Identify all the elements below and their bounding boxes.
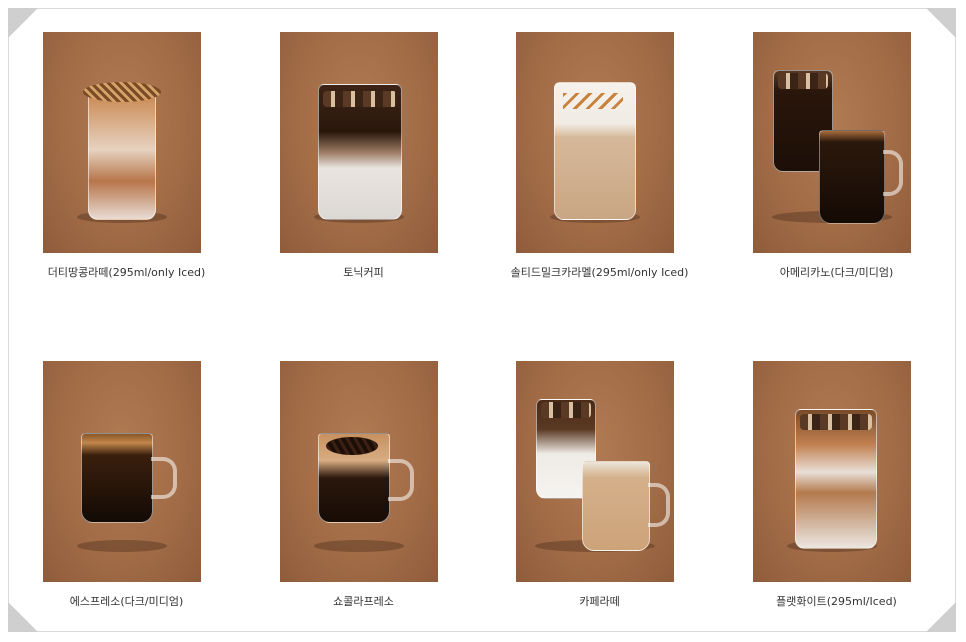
crushed-peanut-rim-icon [83,82,161,102]
drink-name: 토닉커피 [343,266,384,279]
drink-photo[interactable] [43,32,201,253]
drink-photo[interactable] [753,32,911,253]
drink-name: 아메리카노(다크/미디엄) [779,266,894,279]
menu-grid: 더티땅콩라떼(295ml/only Iced) 토닉커피 솔티드밀크카라멜(29… [0,0,966,642]
drink-name: 플랫화이트(295ml/Iced) [776,595,897,608]
latte-mug-icon [582,461,650,551]
drink-photo[interactable] [753,361,911,582]
glass-icon [88,92,156,220]
drink-name: 쇼콜라프레소 [333,595,394,608]
glass-icon [554,82,636,220]
drink-photo[interactable] [43,361,201,582]
drink-photo[interactable] [516,32,674,253]
drink-photo[interactable] [280,32,438,253]
chocolate-shavings-icon [326,437,378,455]
mug-icon [819,130,885,224]
espresso-cup-icon [81,433,153,523]
glass-icon [318,84,402,220]
glass-icon [795,409,877,549]
drink-name: 솔티드밀크카라멜(295ml/only Iced) [510,266,689,279]
drink-photo[interactable] [516,361,674,582]
drink-photo[interactable] [280,361,438,582]
caramel-drizzle-icon [563,93,623,109]
drink-name: 더티땅콩라떼(295ml/only Iced) [47,266,206,279]
drink-name: 카페라떼 [579,595,620,608]
drink-name: 에스프레소(다크/미디엄) [69,595,184,608]
